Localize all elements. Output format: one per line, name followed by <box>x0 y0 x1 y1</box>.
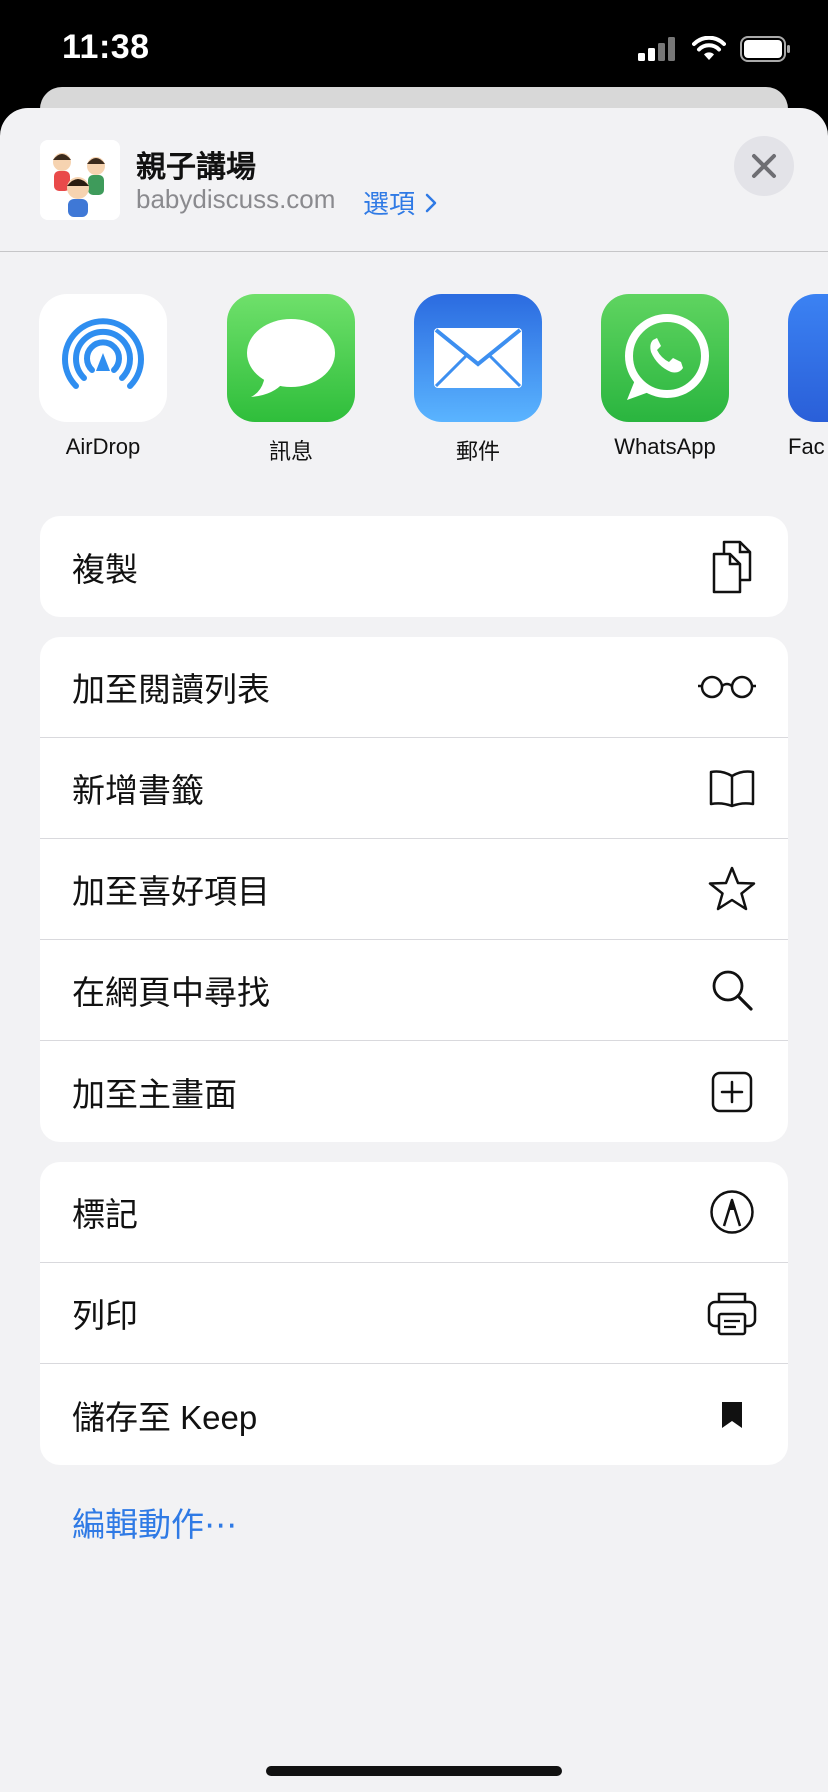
app-messages[interactable]: 訊息 <box>226 294 356 466</box>
action-label: 標記 <box>72 1196 138 1233</box>
printer-icon <box>706 1287 758 1339</box>
battery-icon <box>740 36 790 62</box>
action-find-on-page[interactable]: 在網頁中尋找 <box>40 940 788 1041</box>
action-label: 加至主畫面 <box>72 1075 237 1113</box>
mail-icon <box>414 294 542 422</box>
action-label: 加至喜好項目 <box>72 873 270 910</box>
facebook-icon <box>788 294 828 422</box>
options-link[interactable]: 選項 <box>363 184 437 221</box>
airdrop-icon <box>39 294 167 422</box>
site-title: 親子講場 <box>136 151 256 184</box>
whatsapp-icon <box>601 294 729 422</box>
app-whatsapp[interactable]: WhatsApp <box>600 294 730 460</box>
action-markup[interactable]: 標記 <box>40 1162 788 1263</box>
app-share-row: AirDrop 訊息 郵件 WhatsApp Fac <box>0 294 828 474</box>
app-facebook[interactable]: Fac <box>788 294 828 460</box>
site-thumbnail <box>40 140 120 220</box>
chevron-right-icon <box>425 193 437 212</box>
action-label: 在網頁中尋找 <box>72 974 270 1011</box>
messages-icon <box>227 294 355 422</box>
action-label: 複製 <box>72 550 138 588</box>
family-illustration-icon <box>40 140 120 220</box>
action-label: 加至閱讀列表 <box>72 671 270 708</box>
action-group-copy: 複製 <box>40 516 788 617</box>
app-label: AirDrop <box>65 434 141 459</box>
close-button[interactable] <box>734 136 794 196</box>
app-mail[interactable]: 郵件 <box>413 294 543 466</box>
action-add-home-screen[interactable]: 加至主畫面 <box>40 1041 788 1142</box>
options-label: 選項 <box>363 189 416 219</box>
bookmark-icon <box>706 1389 758 1441</box>
action-label: 列印 <box>72 1297 138 1334</box>
wifi-icon <box>692 36 726 60</box>
search-icon <box>706 964 758 1016</box>
status-icons <box>638 36 792 62</box>
action-print[interactable]: 列印 <box>40 1263 788 1364</box>
action-group-other: 標記 列印 儲存至 Keep <box>40 1162 788 1465</box>
home-indicator[interactable] <box>266 1766 562 1776</box>
app-airdrop[interactable]: AirDrop <box>38 294 168 460</box>
status-bar: 11:38 <box>0 0 828 100</box>
app-label: 訊息 <box>268 439 313 464</box>
action-add-favorites[interactable]: 加至喜好項目 <box>40 839 788 940</box>
site-url: babydiscuss.com <box>136 184 336 214</box>
close-icon <box>752 154 776 178</box>
action-group-browser: 加至閱讀列表 新增書籤 加至喜好項目 在網頁中尋找 加至主畫面 <box>40 637 788 1142</box>
app-label: Fac <box>788 434 825 459</box>
edit-actions-link[interactable]: 編輯動作⋯ <box>72 1498 237 1546</box>
action-copy[interactable]: 複製 <box>40 516 788 617</box>
star-icon <box>706 863 758 915</box>
action-save-keep[interactable]: 儲存至 Keep <box>40 1364 788 1465</box>
action-add-reading-list[interactable]: 加至閱讀列表 <box>40 637 788 738</box>
glasses-icon <box>696 661 758 713</box>
action-label: 儲存至 Keep <box>72 1398 258 1436</box>
status-time: 11:38 <box>62 28 150 66</box>
app-label: WhatsApp <box>614 434 716 459</box>
add-square-icon <box>706 1066 758 1118</box>
action-add-bookmark[interactable]: 新增書籤 <box>40 738 788 839</box>
share-header: 親子講場 babydiscuss.com 選項 <box>0 108 828 252</box>
app-label: 郵件 <box>455 439 500 464</box>
book-icon <box>706 762 758 814</box>
markup-icon <box>706 1186 758 1238</box>
copy-icon <box>706 540 758 593</box>
action-label: 新增書籤 <box>72 772 204 809</box>
signal-icon <box>638 37 675 61</box>
share-sheet: 親子講場 babydiscuss.com 選項 AirDrop 訊息 郵件 Wh… <box>0 108 828 1792</box>
